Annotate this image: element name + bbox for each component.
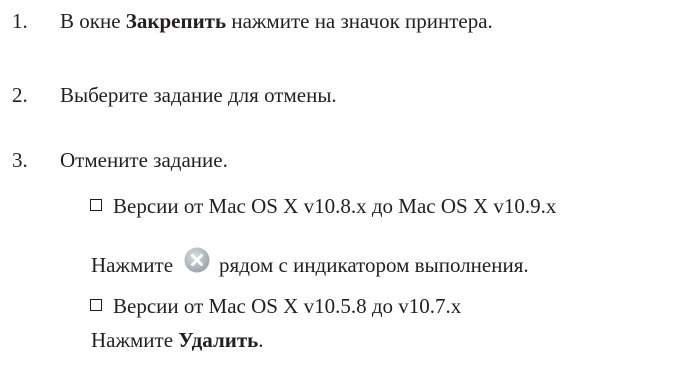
step-text-after: нажмите на значок принтера. [226,9,493,33]
instruction-after: рядом с индикатором выполнения. [219,253,529,277]
step-text-before: В окне [60,9,126,33]
cancel-x-icon [183,246,211,274]
checkbox-bullet-icon [90,199,105,214]
step-text: Отмените задание. [60,148,228,172]
instruction-before: Нажмите [91,328,179,352]
option-label: Версии от Mac OS X v10.5.8 до v10.7.x [113,294,462,318]
delete-label: Удалить [178,328,259,352]
step-text: Выберите задание для отмены. [60,83,337,107]
step-text: В окне Закрепить нажмите на значок принт… [60,8,493,34]
instruction-row: Нажмите Удалить. [91,327,264,353]
instruction-before: Нажмите [91,253,174,277]
instruction-row: Нажмите рядом с индикатором выполнения. [91,246,529,278]
option-label-row: Версии от Mac OS X v10.8.x до Mac OS X v… [90,193,556,219]
instruction-after: . [258,328,264,352]
step-number: 2. [12,83,28,107]
step-number: 3. [12,148,28,172]
option-label: Версии от Mac OS X v10.8.x до Mac OS X v… [113,194,557,218]
checkbox-bullet-icon [90,299,105,314]
step-number: 1. [12,9,28,33]
window-name: Закрепить [125,9,227,33]
instructions-document: 1. В окне Закрепить нажмите на значок пр… [0,0,677,374]
option-label-row: Версии от Mac OS X v10.5.8 до v10.7.x [90,293,461,319]
